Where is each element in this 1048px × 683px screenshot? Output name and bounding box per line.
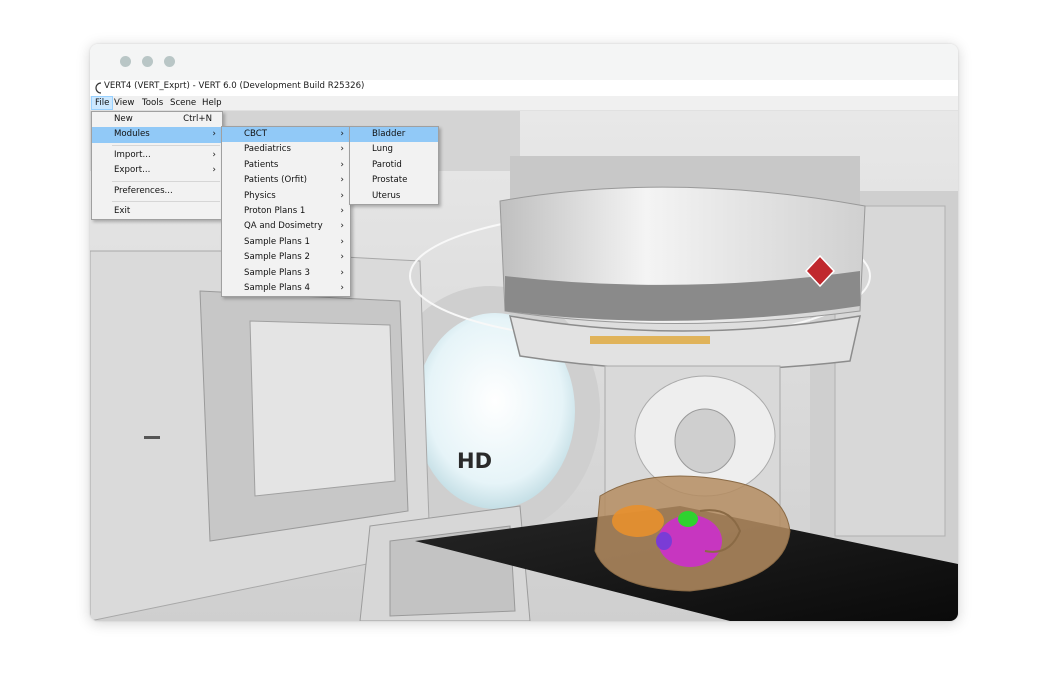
modules-item-label: Paediatrics: [244, 144, 291, 155]
menu-bar: File View Tools Scene Help: [90, 96, 958, 111]
file-menu-import[interactable]: Import... ›: [92, 148, 222, 163]
file-menu-exit[interactable]: Exit: [92, 204, 222, 219]
modules-item-physics[interactable]: Physics ›: [222, 189, 350, 204]
organ-green: [678, 511, 698, 527]
cbct-item-bladder[interactable]: Bladder: [350, 127, 438, 143]
file-menu: New Ctrl+N Modules › Import... › Export.…: [91, 111, 223, 221]
modules-item-label: QA and Dosimetry: [244, 221, 323, 232]
gantry-hub: [674, 408, 736, 474]
modules-item-patients[interactable]: Patients ›: [222, 158, 350, 173]
file-menu-export[interactable]: Export... ›: [92, 163, 222, 178]
window-dot-2[interactable]: [142, 56, 153, 67]
chevron-right-icon: ›: [340, 267, 344, 278]
window-chrome-bar: [90, 44, 958, 80]
modules-item-patients-orfit[interactable]: Patients (Orfit) ›: [222, 173, 350, 188]
chevron-right-icon: ›: [340, 236, 344, 247]
cbct-item-label: Uterus: [372, 190, 401, 201]
modules-item-label: Patients: [244, 159, 279, 170]
modules-item-proton-plans-1[interactable]: Proton Plans 1 ›: [222, 204, 350, 219]
modules-item-label: Sample Plans 2: [244, 252, 310, 263]
modules-item-sample-plans-2[interactable]: Sample Plans 2 ›: [222, 250, 350, 265]
modules-item-label: Physics: [244, 190, 276, 201]
organ-purple: [656, 532, 672, 550]
modules-submenu: CBCT › Paediatrics › Patients › Patients (O…: [221, 126, 351, 298]
modules-item-label: Sample Plans 1: [244, 236, 310, 247]
modules-item-paediatrics[interactable]: Paediatrics ›: [222, 142, 350, 157]
modules-item-qa-dosimetry[interactable]: QA and Dosimetry ›: [222, 219, 350, 234]
file-menu-preferences[interactable]: Preferences...: [92, 184, 222, 199]
window-title: VERT4 (VERT_Exprt) - VERT 6.0 (Developme…: [104, 81, 365, 91]
chevron-right-icon: ›: [340, 205, 344, 216]
window-dot-1[interactable]: [120, 56, 131, 67]
chevron-right-icon: ›: [340, 190, 344, 201]
menu-separator: [112, 180, 220, 182]
organ-orange: [612, 505, 664, 537]
file-menu-modules[interactable]: Modules ›: [92, 127, 222, 143]
file-menu-new-label: New: [114, 114, 133, 124]
cbct-item-label: Prostate: [372, 175, 408, 186]
menu-scene[interactable]: Scene: [167, 96, 199, 110]
menu-separator: [112, 200, 220, 202]
cbct-item-lung[interactable]: Lung: [350, 142, 438, 157]
chevron-right-icon: ›: [340, 175, 344, 186]
chevron-right-icon: ›: [340, 282, 344, 293]
modules-item-label: Proton Plans 1: [244, 205, 306, 216]
cbct-submenu: Bladder Lung Parotid Prostate Uterus: [349, 126, 439, 205]
cbct-item-label: Bladder: [372, 129, 406, 139]
chevron-right-icon: ›: [340, 252, 344, 263]
chevron-right-icon: ›: [212, 149, 216, 160]
modules-item-label: Sample Plans 3: [244, 267, 310, 278]
chevron-right-icon: ›: [212, 129, 216, 140]
chevron-right-icon: ›: [340, 221, 344, 232]
left-arm-mark: [144, 436, 160, 439]
cbct-item-prostate[interactable]: Prostate: [350, 173, 438, 188]
left-arm-inner: [249, 320, 396, 497]
chevron-right-icon: ›: [340, 144, 344, 155]
file-menu-new-shortcut: Ctrl+N: [183, 114, 212, 124]
file-menu-exit-label: Exit: [114, 205, 131, 216]
menu-tools[interactable]: Tools: [139, 96, 166, 110]
cbct-item-parotid[interactable]: Parotid: [350, 158, 438, 173]
menu-separator: [112, 144, 220, 146]
menu-view[interactable]: View: [111, 96, 137, 110]
chevron-right-icon: ›: [212, 165, 216, 176]
chevron-right-icon: ›: [340, 129, 344, 139]
file-menu-preferences-label: Preferences...: [114, 185, 173, 196]
chevron-right-icon: ›: [340, 159, 344, 170]
file-menu-modules-label: Modules: [114, 129, 150, 140]
modules-item-cbct[interactable]: CBCT ›: [222, 127, 350, 143]
modules-item-sample-plans-4[interactable]: Sample Plans 4 ›: [222, 281, 350, 296]
browser-frame: VERT4 (VERT_Exprt) - VERT 6.0 (Developme…: [90, 44, 958, 621]
modules-item-sample-plans-3[interactable]: Sample Plans 3 ›: [222, 266, 350, 281]
modules-item-label: CBCT: [244, 129, 267, 139]
app-titlebar: VERT4 (VERT_Exprt) - VERT 6.0 (Developme…: [90, 80, 958, 96]
vert-logo-icon: [95, 82, 102, 94]
cbct-item-label: Lung: [372, 144, 393, 155]
cbct-item-label: Parotid: [372, 159, 402, 170]
window-dot-3[interactable]: [164, 56, 175, 67]
file-menu-new[interactable]: New Ctrl+N: [92, 112, 222, 127]
cbct-item-uterus[interactable]: Uterus: [350, 189, 438, 204]
collimator-yellow: [590, 336, 710, 344]
bore-label: HD: [457, 449, 492, 473]
file-menu-import-label: Import...: [114, 149, 151, 160]
menu-help[interactable]: Help: [199, 96, 225, 110]
modules-item-sample-plans-1[interactable]: Sample Plans 1 ›: [222, 235, 350, 250]
file-menu-export-label: Export...: [114, 165, 151, 176]
modules-item-label: Sample Plans 4: [244, 282, 310, 293]
modules-item-label: Patients (Orfit): [244, 175, 307, 186]
